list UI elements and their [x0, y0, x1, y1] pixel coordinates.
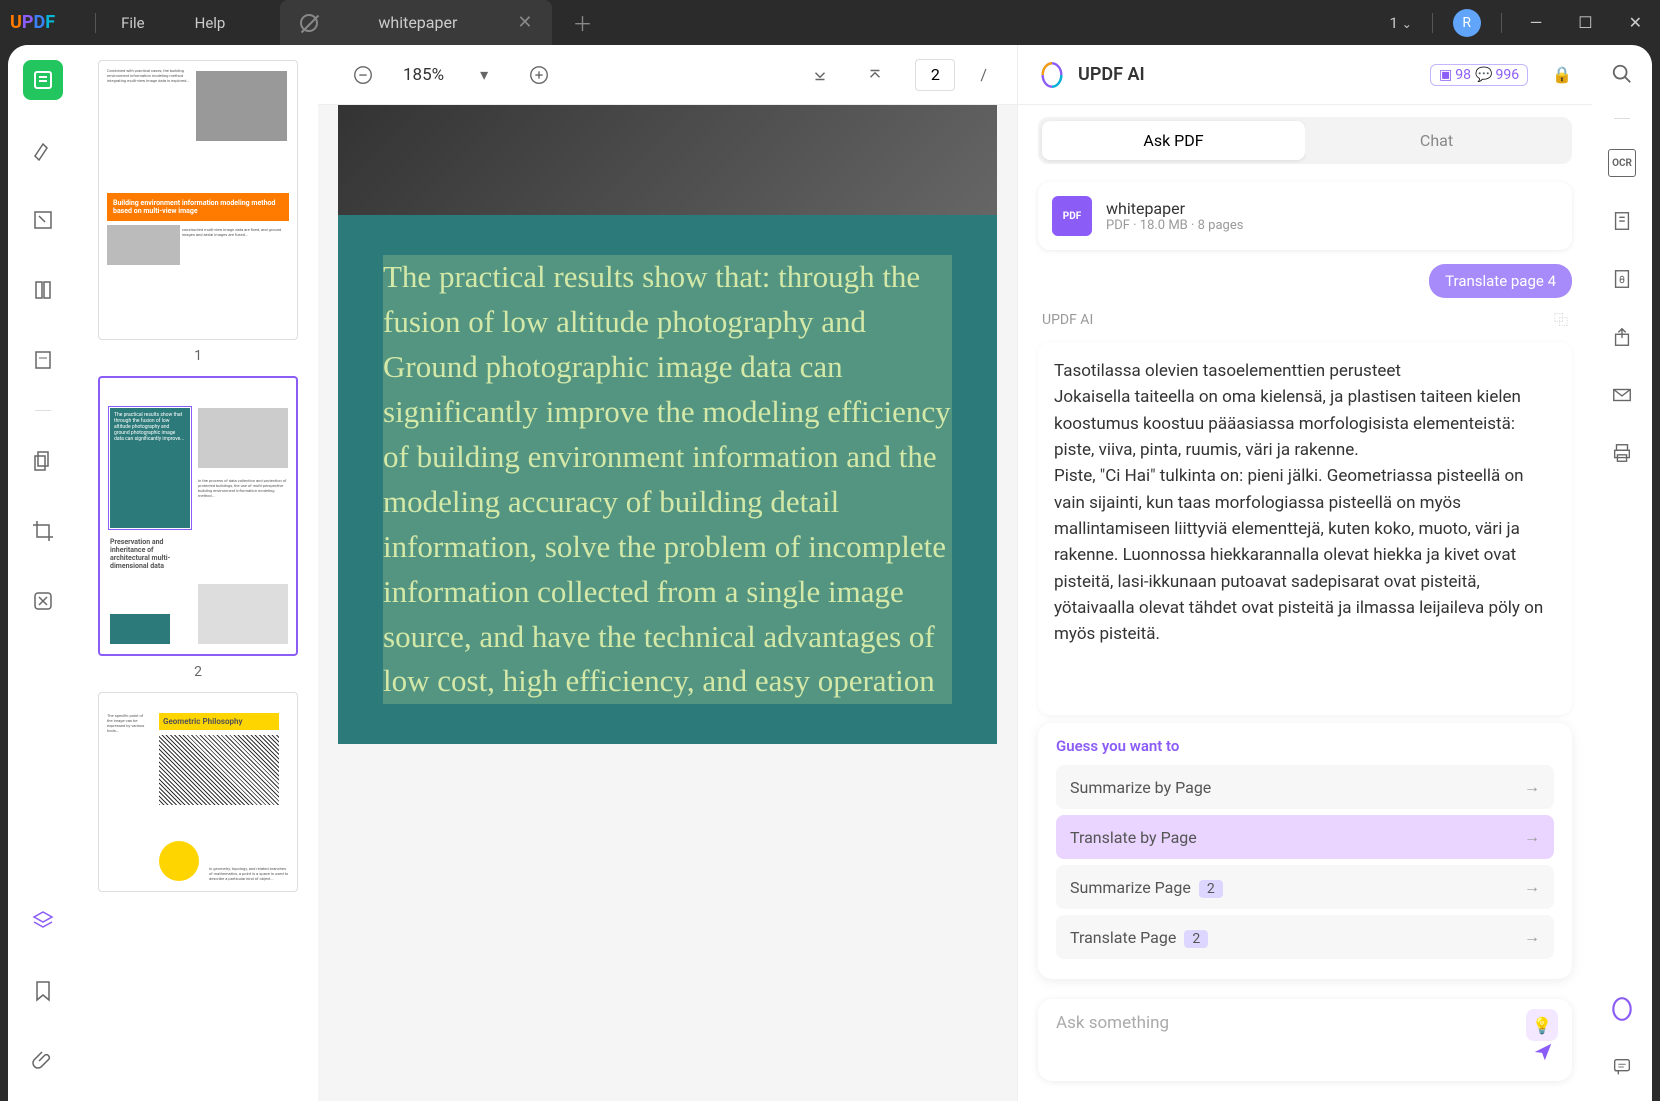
close-button[interactable]: ✕	[1621, 13, 1650, 32]
ai-toggle-icon[interactable]	[1608, 995, 1636, 1023]
chat-input-area: 💡	[1038, 999, 1572, 1081]
ai-title: UPDF AI	[1078, 64, 1145, 85]
chat-input[interactable]	[1056, 1013, 1554, 1033]
form-icon[interactable]	[23, 340, 63, 380]
arrow-icon: →	[1524, 777, 1540, 797]
highlighter-icon[interactable]	[23, 130, 63, 170]
ai-logo-icon	[1038, 61, 1066, 89]
credit-badge-2: 💬996	[1475, 67, 1519, 83]
tab-title: whitepaper	[378, 13, 457, 32]
window-count[interactable]: 1 ⌄	[1390, 14, 1412, 32]
arrow-icon: →	[1524, 877, 1540, 897]
document-viewport[interactable]: The practical results show that: through…	[318, 105, 1017, 1101]
thumb-number: 1	[98, 348, 298, 364]
suggestion-summarize-by-page[interactable]: Summarize by Page→	[1056, 765, 1554, 809]
crop-icon[interactable]	[23, 511, 63, 551]
menu-file[interactable]: File	[121, 14, 145, 32]
zoom-dropdown[interactable]: ▾	[469, 60, 499, 90]
arrow-icon: →	[1524, 827, 1540, 847]
thumbnail-1[interactable]: Combined with practical cases, the build…	[98, 60, 298, 364]
ocr-icon[interactable]: OCR	[1608, 149, 1636, 177]
suggestions-title: Guess you want to	[1056, 737, 1554, 755]
ai-tabs: Ask PDF Chat	[1038, 117, 1572, 164]
divider	[1432, 13, 1433, 33]
protect-icon[interactable]	[1608, 265, 1636, 293]
divider	[95, 13, 96, 33]
suggestion-translate-by-page[interactable]: Translate by Page→	[1056, 815, 1554, 859]
file-meta: PDF · 18.0 MB · 8 pages	[1106, 218, 1243, 233]
app-logo: UPDF	[10, 12, 55, 33]
thumbnail-2[interactable]: The practical results show that through …	[98, 376, 298, 680]
pages-icon[interactable]	[23, 270, 63, 310]
document-text[interactable]: The practical results show that: through…	[383, 255, 952, 704]
ai-response-text: Tasotilassa olevien tasoelementtien peru…	[1038, 342, 1572, 715]
doc-toolbar: 185% ▾ /	[318, 45, 1017, 105]
page-up-button[interactable]	[860, 60, 890, 90]
share-icon[interactable]	[1608, 323, 1636, 351]
right-sidebar: OCR	[1592, 45, 1652, 1101]
divider	[35, 410, 51, 411]
left-sidebar	[8, 45, 78, 1101]
translate-result-badge: Translate page 4	[1429, 264, 1572, 298]
ai-panel: UPDF AI ▣98 💬996 🔒 Ask PDF Chat PDF whit…	[1017, 45, 1592, 1101]
divider	[1614, 118, 1630, 119]
new-tab-button[interactable]: ＋	[572, 8, 592, 37]
pdf-file-icon: PDF	[1052, 196, 1092, 236]
divider	[1501, 13, 1502, 33]
credit-badge-1: ▣98	[1439, 67, 1471, 83]
menu-help[interactable]: Help	[195, 14, 226, 32]
hint-button[interactable]: 💡	[1526, 1009, 1558, 1041]
titlebar: UPDF File Help whitepaper ✕ ＋ 1 ⌄ R — ☐ …	[0, 0, 1660, 45]
zoom-value: 185%	[403, 65, 444, 85]
thumb-number: 2	[98, 664, 298, 680]
arrow-icon: →	[1524, 927, 1540, 947]
tab-ask-pdf[interactable]: Ask PDF	[1042, 121, 1305, 160]
tab-icon	[300, 14, 318, 32]
send-button[interactable]	[1532, 1041, 1554, 1067]
document-area: 185% ▾ / The practical results show that…	[318, 45, 1017, 1101]
main-area: Combined with practical cases, the build…	[8, 45, 1652, 1101]
suggestion-translate-page[interactable]: Translate Page2→	[1056, 915, 1554, 959]
attachment-icon[interactable]	[23, 1041, 63, 1081]
ai-response-label: UPDF AI ⿻	[1018, 306, 1592, 334]
document-tab[interactable]: whitepaper ✕	[280, 0, 552, 45]
tab-chat[interactable]: Chat	[1305, 121, 1568, 160]
thumbnail-panel: Combined with practical cases, the build…	[78, 45, 318, 1101]
tab-close-button[interactable]: ✕	[517, 12, 532, 33]
zoom-in-button[interactable]	[524, 60, 554, 90]
zoom-out-button[interactable]	[348, 60, 378, 90]
copy-icon[interactable]: ⿻	[1554, 310, 1568, 330]
user-avatar[interactable]: R	[1453, 9, 1481, 37]
layers-icon[interactable]	[23, 901, 63, 941]
minimize-button[interactable]: —	[1522, 13, 1551, 32]
file-card[interactable]: PDF whitepaper PDF · 18.0 MB · 8 pages	[1038, 182, 1572, 250]
suggestions-box: Guess you want to Summarize by Page→ Tra…	[1038, 723, 1572, 979]
reader-mode-icon[interactable]	[23, 60, 63, 100]
copy-pages-icon[interactable]	[23, 441, 63, 481]
file-name: whitepaper	[1106, 199, 1243, 218]
search-icon[interactable]	[1608, 60, 1636, 88]
thumbnail-3[interactable]: The specific point of the image can be e…	[98, 692, 298, 892]
page-down-button[interactable]	[805, 60, 835, 90]
page-separator: /	[980, 65, 987, 84]
suggestion-summarize-page[interactable]: Summarize Page2→	[1056, 865, 1554, 909]
maximize-button[interactable]: ☐	[1570, 13, 1600, 32]
compress-icon[interactable]	[1608, 207, 1636, 235]
print-icon[interactable]	[1608, 439, 1636, 467]
edit-text-icon[interactable]	[23, 200, 63, 240]
ai-header: UPDF AI ▣98 💬996 🔒	[1018, 45, 1592, 105]
lock-icon[interactable]: 🔒	[1552, 65, 1572, 84]
bookmark-icon[interactable]	[23, 971, 63, 1011]
ai-credit-badges[interactable]: ▣98 💬996	[1430, 64, 1528, 86]
comments-icon[interactable]	[1608, 1053, 1636, 1081]
document-image	[338, 105, 997, 215]
page-input[interactable]	[915, 59, 955, 91]
redact-icon[interactable]	[23, 581, 63, 621]
email-icon[interactable]	[1608, 381, 1636, 409]
